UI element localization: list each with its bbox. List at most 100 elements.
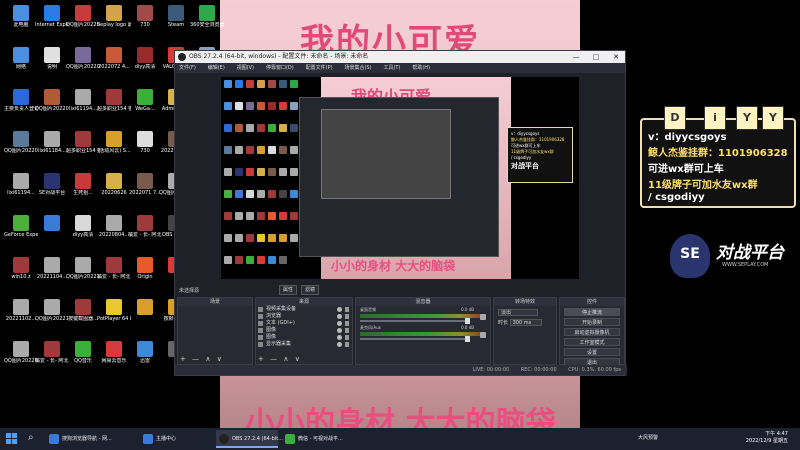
desktop-icon[interactable]: 迅雷 xyxy=(128,340,162,378)
volume-slider[interactable] xyxy=(360,318,470,324)
taskbar-item-obs[interactable]: OBS 27.2.4 (64-bit... xyxy=(216,430,283,448)
add-scene-button[interactable]: + xyxy=(180,355,186,363)
add-source-button[interactable]: + xyxy=(258,355,264,363)
desktop-icon[interactable]: Internet Explorer xyxy=(35,4,69,42)
eye-icon[interactable] xyxy=(337,328,342,333)
duration-input[interactable]: 300 ms xyxy=(509,319,542,326)
lock-icon[interactable] xyxy=(345,335,349,340)
source-down-button[interactable]: ∨ xyxy=(295,355,300,363)
search-icon[interactable]: ⌕ xyxy=(28,432,40,446)
desktop-icon[interactable]: GeForce Experience xyxy=(4,214,38,252)
desktop-icon[interactable]: 橘爱 - 长- 阿北 遇神 (2... xyxy=(97,256,131,294)
weather-widget[interactable]: 大风预警 xyxy=(638,434,658,441)
volume-slider[interactable] xyxy=(360,336,470,342)
desktop-icon[interactable]: win10.z xyxy=(4,256,38,294)
menu-edit[interactable]: 编辑(E) xyxy=(208,65,225,71)
desktop-icon[interactable]: 超多职业154 猫人版 xyxy=(97,88,131,126)
desktop-icon[interactable]: diyy高清 xyxy=(66,214,100,252)
desktop-icon[interactable]: Steam xyxy=(159,4,193,42)
desktop-icon[interactable]: WeGa... xyxy=(128,88,162,126)
source-item[interactable]: 显示器采集 xyxy=(256,341,352,348)
taskbar-item-streamer-center[interactable]: 主播中心 xyxy=(140,430,210,448)
desktop-icon[interactable]: QQ图片20220625... xyxy=(4,340,38,378)
filters-button[interactable]: 滤镜 xyxy=(300,285,319,295)
desktop-icon[interactable]: QQ图片20221021... xyxy=(66,256,100,294)
desktop-icon[interactable]: QQ音乐 xyxy=(66,340,100,378)
desktop-icon[interactable]: SE对战平台 xyxy=(35,172,69,210)
desktop-icon[interactable]: (活动风云) S... xyxy=(97,130,131,168)
lock-icon[interactable] xyxy=(345,314,349,319)
lock-icon[interactable] xyxy=(345,307,349,312)
desktop-icon[interactable]: 此电脑 xyxy=(4,4,38,42)
settings-button[interactable]: 设置 xyxy=(564,348,620,356)
desktop-icon[interactable]: QQ图片20221025... xyxy=(35,298,69,336)
desktop-icon[interactable]: 20221102... xyxy=(4,298,38,336)
desktop-icon[interactable] xyxy=(35,214,69,252)
desktop-icon[interactable]: QQ图片20220806... xyxy=(4,130,38,168)
controls-dock[interactable]: 控件 停止推流 开始录制 启动虚拟摄像机 工作室模式 设置 退出 xyxy=(559,297,625,366)
obs-window[interactable]: OBS 27.2.4 (64-bit, windows) - 配置文件: 未命名… xyxy=(174,50,627,376)
audio-mixer-dock[interactable]: 混音器 桌面音频 0.0 dB 麦克风/Aux 0.0 dB xyxy=(355,297,491,365)
start-recording-button[interactable]: 开始录制 xyxy=(564,318,620,326)
desktop-icon[interactable]: Origin xyxy=(128,256,162,294)
menu-view[interactable]: 视图(V) xyxy=(237,65,254,71)
desktop-icon[interactable]: lixi61184... xyxy=(35,130,69,168)
clock[interactable]: 下午 4:47 2022/12/9 星期五 xyxy=(746,431,788,445)
minimize-button[interactable]: — xyxy=(567,51,585,63)
volume-slider-handle[interactable] xyxy=(465,336,470,342)
desktop-icon[interactable]: 按键截图器... xyxy=(66,298,100,336)
lock-icon[interactable] xyxy=(345,321,349,326)
desktop-icon[interactable]: 20221104... xyxy=(35,256,69,294)
source-item[interactable]: 文本 (GDI+) xyxy=(256,320,352,327)
desktop-icon[interactable]: 超多职业154 猫人... xyxy=(66,130,100,168)
desktop-icon[interactable]: Seplay logo 最新高清... xyxy=(97,4,131,42)
source-item[interactable]: 视频采集设备 xyxy=(256,306,352,313)
source-item[interactable]: 浏览器 xyxy=(256,313,352,320)
desktop-icon[interactable]: lixi61194... xyxy=(4,172,38,210)
taskbar-item-wechat[interactable]: 微信 - 可视对战平... xyxy=(282,430,352,448)
desktop-icon[interactable]: 说明 xyxy=(35,46,69,84)
close-button[interactable]: ✕ xyxy=(607,51,625,63)
start-virtual-camera-button[interactable]: 启动虚拟摄像机 xyxy=(564,328,620,336)
eye-icon[interactable] xyxy=(337,321,342,326)
menu-tools[interactable]: 工具(T) xyxy=(383,65,400,71)
eye-icon[interactable] xyxy=(337,335,342,340)
desktop-icon[interactable]: 2022071 7... xyxy=(128,172,162,210)
properties-button[interactable]: 属性 xyxy=(279,285,298,295)
desktop-icon[interactable]: diyy高清 xyxy=(128,46,162,84)
eye-icon[interactable] xyxy=(337,307,342,312)
desktop-icon[interactable]: 730 xyxy=(128,4,162,42)
desktop-icon[interactable]: 360安全浏览器 xyxy=(190,4,224,42)
desktop-icon[interactable]: QQ图片20220814... xyxy=(35,88,69,126)
lock-icon[interactable] xyxy=(345,342,349,347)
scene-up-button[interactable]: ∧ xyxy=(205,355,210,363)
desktop-icon[interactable]: 网易云音乐 xyxy=(97,340,131,378)
desktop-icon[interactable]: 730 xyxy=(128,130,162,168)
remove-scene-button[interactable]: — xyxy=(192,355,199,363)
eye-icon[interactable] xyxy=(337,314,342,319)
desktop-icon[interactable]: lixi61194... xyxy=(66,88,100,126)
remove-source-button[interactable]: — xyxy=(270,355,277,363)
source-item[interactable]: 图像 xyxy=(256,334,352,341)
speaker-icon[interactable] xyxy=(480,314,486,320)
menu-help[interactable]: 帮助(H) xyxy=(412,65,430,71)
stop-streaming-button[interactable]: 停止推流 xyxy=(564,308,620,316)
menu-docks[interactable]: 停靠窗口(D) xyxy=(266,65,294,71)
desktop-icon[interactable]: 20220804... xyxy=(97,214,131,252)
menu-profile[interactable]: 配置文件(P) xyxy=(306,65,333,71)
desktop-icon[interactable]: 主要负责人登记(参与) xyxy=(4,88,38,126)
source-item[interactable]: 图像 xyxy=(256,327,352,334)
maximize-button[interactable]: □ xyxy=(587,51,605,63)
scene-down-button[interactable]: ∨ xyxy=(217,355,222,363)
desktop-icon[interactable]: 橘爱 - 长- 阿北 遇神 (2... xyxy=(128,214,162,252)
obs-titlebar[interactable]: OBS 27.2.4 (64-bit, windows) - 配置文件: 未命名… xyxy=(175,51,625,63)
menu-file[interactable]: 文件(F) xyxy=(179,65,196,71)
transition-select[interactable]: 淡出 xyxy=(498,309,538,316)
desktop-icon[interactable]: 橘爱 - 长- 阿北 遇神 (2... xyxy=(35,340,69,378)
desktop-icon[interactable]: 20220626 xyxy=(97,172,131,210)
sources-dock[interactable]: 来源 视频采集设备 浏览器 文本 (GDI+) 图像 图像 显示器采集 + — … xyxy=(255,297,353,365)
desktop-icon[interactable]: 生死狙... xyxy=(66,172,100,210)
desktop-icon[interactable]: QQ图片20220807... xyxy=(66,46,100,84)
desktop-icon[interactable] xyxy=(128,298,162,336)
transitions-dock[interactable]: 转场特效 淡出 时长 300 ms xyxy=(493,297,557,365)
